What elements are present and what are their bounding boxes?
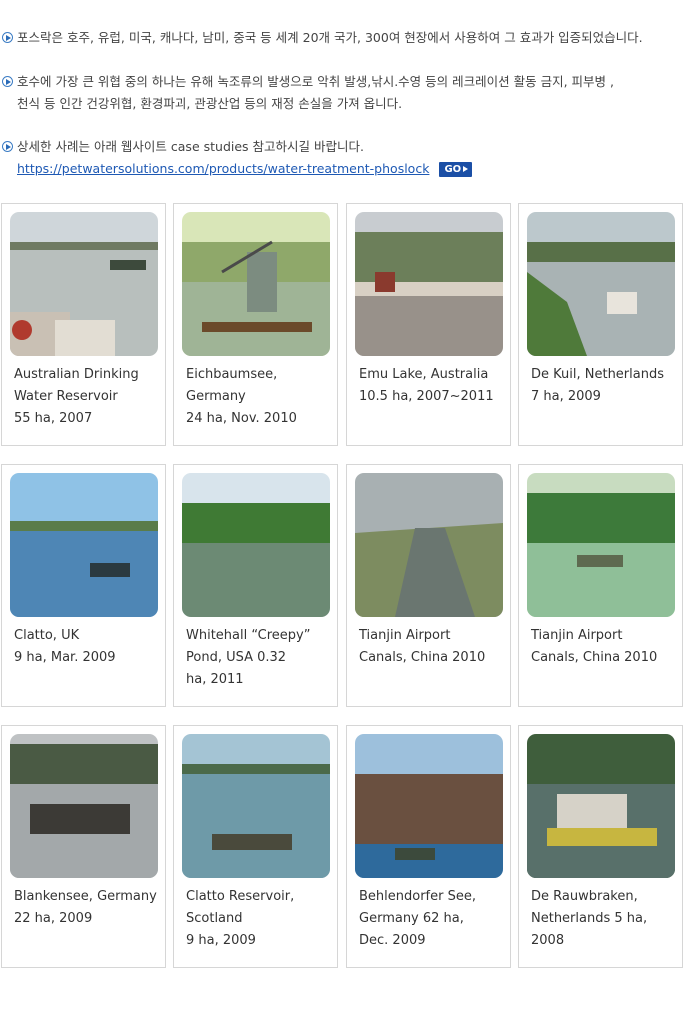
case-photo bbox=[527, 473, 675, 617]
case-card[interactable]: Blankensee, Germany 22 ha, 2009 bbox=[1, 725, 166, 968]
case-card[interactable]: De Kuil, Netherlands 7 ha, 2009 bbox=[518, 203, 683, 446]
bullet-1-text: 포스락은 호주, 유럽, 미국, 캐나다, 남미, 중국 등 세계 20개 국가… bbox=[17, 30, 643, 45]
caption-line: Canals, China 2010 bbox=[359, 650, 486, 665]
case-photo bbox=[182, 473, 330, 617]
caption-line: Pond, USA 0.32 bbox=[186, 650, 287, 665]
caption-line: Whitehall “Creepy” bbox=[186, 628, 311, 643]
case-card[interactable]: De Rauwbraken, Netherlands 5 ha, 2008 bbox=[518, 725, 683, 968]
go-button[interactable]: GO bbox=[439, 162, 473, 177]
case-caption: Australian Drinking Water Reservoir 55 h… bbox=[14, 364, 164, 430]
case-photo bbox=[10, 212, 158, 356]
bullet-2-line-2: 천식 등 인간 건강위협, 환경파괴, 관광산업 등의 재정 손실을 가져 옵니… bbox=[17, 96, 403, 111]
case-card[interactable]: Australian Drinking Water Reservoir 55 h… bbox=[1, 203, 166, 446]
case-photo bbox=[10, 473, 158, 617]
play-circle-icon bbox=[2, 76, 13, 87]
case-caption: De Kuil, Netherlands 7 ha, 2009 bbox=[531, 364, 681, 408]
caption-line: Behlendorfer See, bbox=[359, 889, 476, 904]
caption-line: Tianjin Airport bbox=[359, 628, 451, 643]
case-studies-link[interactable]: https://petwatersolutions.com/products/w… bbox=[17, 161, 429, 176]
caption-line: Eichbaumsee, bbox=[186, 367, 278, 382]
caption-line: De Kuil, Netherlands bbox=[531, 367, 664, 382]
case-card[interactable]: Eichbaumsee, Germany 24 ha, Nov. 2010 bbox=[173, 203, 338, 446]
caption-line: 7 ha, 2009 bbox=[531, 389, 601, 404]
caption-line: Scotland bbox=[186, 911, 243, 926]
bullet-3-text: 상세한 사례는 아래 웹사이트 case studies 참고하시길 바랍니다. bbox=[17, 139, 364, 154]
case-card[interactable]: Clatto, UK 9 ha, Mar. 2009 bbox=[1, 464, 166, 707]
case-card[interactable]: Behlendorfer See, Germany 62 ha, Dec. 20… bbox=[346, 725, 511, 968]
case-caption: Tianjin Airport Canals, China 2010 bbox=[531, 625, 681, 669]
case-caption: De Rauwbraken, Netherlands 5 ha, 2008 bbox=[531, 886, 681, 952]
caption-line: Emu Lake, Australia bbox=[359, 367, 489, 382]
caption-line: Australian Drinking bbox=[14, 367, 139, 382]
caption-line: ha, 2011 bbox=[186, 672, 244, 687]
caption-line: Clatto, UK bbox=[14, 628, 80, 643]
case-caption: Eichbaumsee, Germany 24 ha, Nov. 2010 bbox=[186, 364, 336, 430]
link-row: https://petwatersolutions.com/products/w… bbox=[17, 158, 473, 180]
case-caption: Behlendorfer See, Germany 62 ha, Dec. 20… bbox=[359, 886, 509, 952]
case-photo bbox=[10, 734, 158, 878]
case-card[interactable]: Clatto Reservoir, Scotland 9 ha, 2009 bbox=[173, 725, 338, 968]
case-photo bbox=[182, 734, 330, 878]
caption-line: 24 ha, Nov. 2010 bbox=[186, 411, 297, 426]
caption-line: De Rauwbraken, bbox=[531, 889, 638, 904]
case-photo bbox=[527, 734, 675, 878]
caption-line: 55 ha, 2007 bbox=[14, 411, 93, 426]
go-button-label: GO bbox=[444, 164, 462, 175]
arrow-right-icon bbox=[463, 166, 469, 172]
play-circle-icon bbox=[2, 141, 13, 152]
case-card[interactable]: Whitehall “Creepy” Pond, USA 0.32 ha, 20… bbox=[173, 464, 338, 707]
caption-line: Germany 62 ha, bbox=[359, 911, 464, 926]
case-caption: Blankensee, Germany 22 ha, 2009 bbox=[14, 886, 164, 930]
caption-line: Canals, China 2010 bbox=[531, 650, 658, 665]
case-photo bbox=[355, 473, 503, 617]
case-card[interactable]: Emu Lake, Australia 10.5 ha, 2007~2011 bbox=[346, 203, 511, 446]
play-circle-icon bbox=[2, 32, 13, 43]
caption-line: Netherlands 5 ha, 2008 bbox=[531, 911, 648, 948]
bullet-2: 호수에 가장 큰 위협 중의 하나는 유해 녹조류의 발생으로 악취 발생,낚시… bbox=[0, 71, 614, 115]
caption-line: 22 ha, 2009 bbox=[14, 911, 93, 926]
caption-line: Blankensee, Germany bbox=[14, 889, 157, 904]
caption-line: Dec. 2009 bbox=[359, 933, 426, 948]
caption-line: Water Reservoir bbox=[14, 389, 118, 404]
case-caption: Emu Lake, Australia 10.5 ha, 2007~2011 bbox=[359, 364, 509, 408]
case-photo bbox=[355, 212, 503, 356]
caption-line: Germany bbox=[186, 389, 246, 404]
bullet-2-line-1: 호수에 가장 큰 위협 중의 하나는 유해 녹조류의 발생으로 악취 발생,낚시… bbox=[17, 74, 614, 89]
case-caption: Whitehall “Creepy” Pond, USA 0.32 ha, 20… bbox=[186, 625, 336, 691]
caption-line: 9 ha, 2009 bbox=[186, 933, 256, 948]
case-caption: Clatto Reservoir, Scotland 9 ha, 2009 bbox=[186, 886, 336, 952]
caption-line: Clatto Reservoir, bbox=[186, 889, 295, 904]
case-caption: Tianjin Airport Canals, China 2010 bbox=[359, 625, 509, 669]
bullet-1: 포스락은 호주, 유럽, 미국, 캐나다, 남미, 중국 등 세계 20개 국가… bbox=[0, 27, 643, 49]
case-photo bbox=[355, 734, 503, 878]
case-card[interactable]: Tianjin Airport Canals, China 2010 bbox=[346, 464, 511, 707]
case-caption: Clatto, UK 9 ha, Mar. 2009 bbox=[14, 625, 164, 669]
case-card[interactable]: Tianjin Airport Canals, China 2010 bbox=[518, 464, 683, 707]
bullet-3: 상세한 사례는 아래 웹사이트 case studies 참고하시길 바랍니다.… bbox=[0, 136, 473, 180]
caption-line: 9 ha, Mar. 2009 bbox=[14, 650, 116, 665]
caption-line: 10.5 ha, 2007~2011 bbox=[359, 389, 494, 404]
caption-line: Tianjin Airport bbox=[531, 628, 623, 643]
case-photo bbox=[527, 212, 675, 356]
case-photo bbox=[182, 212, 330, 356]
